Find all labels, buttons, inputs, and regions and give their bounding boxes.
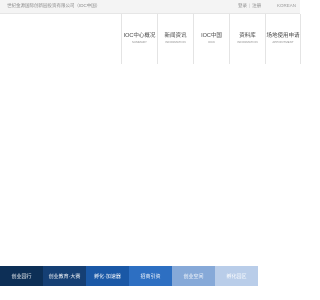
- link-separator: |: [249, 3, 251, 8]
- tab-incubation-park[interactable]: 孵化园区: [215, 266, 258, 286]
- nav-item-sublabel: SUMMARY: [132, 40, 147, 44]
- language-link[interactable]: KOREAN: [277, 3, 296, 8]
- tab-label: 招商引资: [140, 273, 161, 280]
- tab-startup-space[interactable]: 创业空间: [172, 266, 215, 286]
- login-link[interactable]: 登录: [238, 3, 247, 8]
- nav-item-summary[interactable]: IOC中心概况 SUMMARY: [121, 14, 157, 64]
- main-nav: IOC中心概况 SUMMARY 新闻资讯 INFORMATION IOC中国 I…: [121, 14, 301, 64]
- tab-startup-tour[interactable]: 创业园行: [0, 266, 43, 286]
- tab-label: 创业空间: [183, 273, 204, 280]
- nav-item-sublabel: APPOINTMENT: [272, 40, 294, 44]
- bottom-tab-bar: 创业园行 创业教育·大赛 孵化·加速器 招商引资 创业空间 孵化园区: [0, 266, 300, 286]
- tab-label: 孵化·加速器: [94, 273, 121, 280]
- nav-item-label: 新闻资讯: [164, 33, 187, 39]
- top-bar: 世纪金源国际创新园投资有限公司（IDC中国） 登录 | 注册 KOREAN: [0, 0, 300, 14]
- nav-item-label: 场地使用申请: [266, 33, 300, 39]
- nav-item-sublabel: INFORMATION: [165, 40, 186, 44]
- nav-item-venue-application[interactable]: 场地使用申请 APPOINTMENT: [265, 14, 301, 64]
- nav-item-news[interactable]: 新闻资讯 INFORMATION: [157, 14, 193, 64]
- nav-item-ioc-china[interactable]: IOC中国 IOCK: [193, 14, 229, 64]
- register-link[interactable]: 注册: [252, 3, 261, 8]
- nav-item-label: 资料库: [239, 33, 256, 39]
- nav-item-sublabel: INFORMATION: [237, 40, 258, 44]
- tab-incubator[interactable]: 孵化·加速器: [86, 266, 129, 286]
- nav-item-library[interactable]: 资料库 INFORMATION: [229, 14, 265, 64]
- nav-item-label: IOC中心概况: [123, 33, 156, 39]
- nav-item-sublabel: IOCK: [207, 40, 216, 44]
- site-title: 世纪金源国际创新园投资有限公司（IDC中国）: [7, 3, 101, 8]
- tab-bar-filler: [258, 266, 300, 286]
- tab-education-contest[interactable]: 创业教育·大赛: [43, 266, 86, 286]
- nav-item-label: IOC中国: [201, 33, 222, 39]
- tab-label: 创业教育·大赛: [48, 273, 81, 280]
- tab-label: 创业园行: [11, 273, 32, 280]
- top-links: 登录 | 注册: [238, 3, 261, 9]
- tab-investment[interactable]: 招商引资: [129, 266, 172, 286]
- tab-label: 孵化园区: [226, 273, 247, 280]
